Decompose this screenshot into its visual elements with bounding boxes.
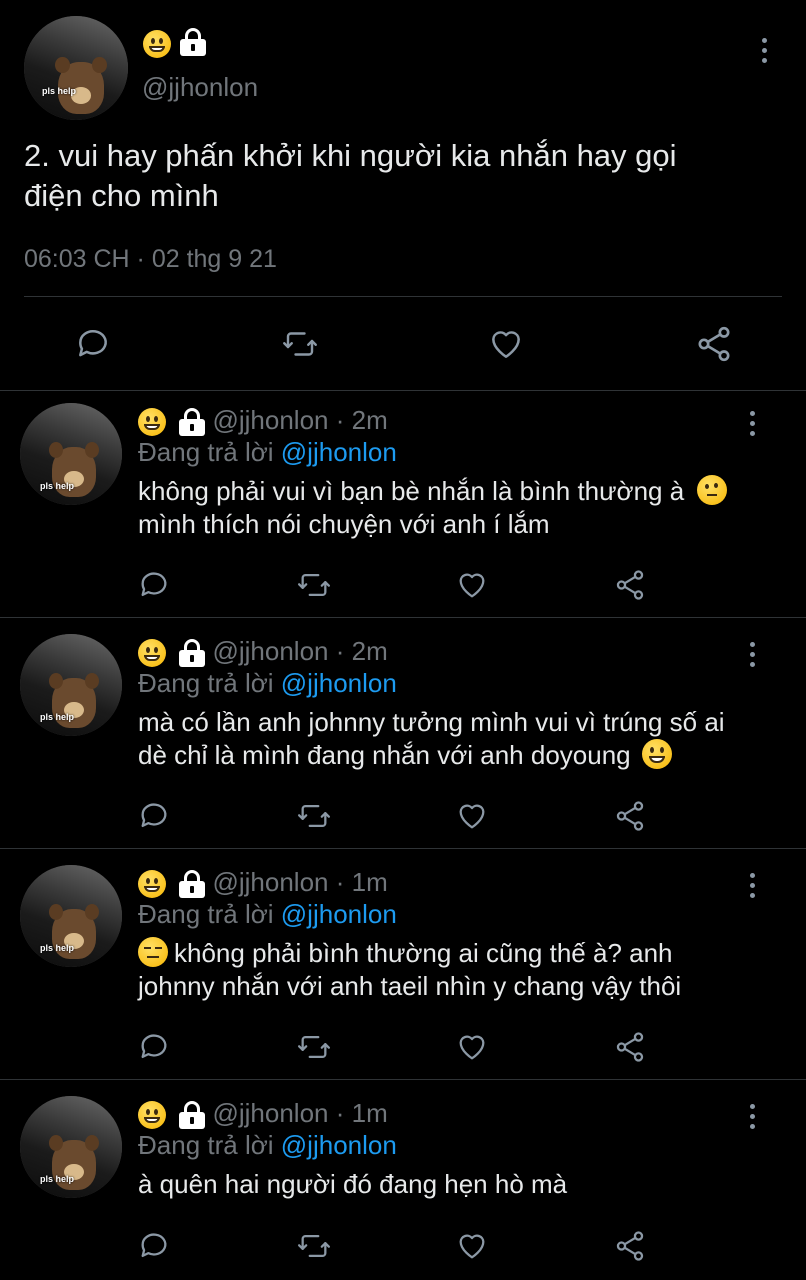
thinking-emoji [697, 475, 728, 505]
avatar-label: pls help [42, 86, 77, 96]
avatar-label: pls help [40, 712, 75, 722]
avatar[interactable]: pls help [24, 16, 128, 120]
reply-text-line-1: không phải vui vì bạn bè nhắn là bình th… [138, 476, 685, 506]
retweet-icon[interactable] [280, 326, 320, 362]
grinning-emoji [138, 408, 166, 437]
reply-text-line-1: không phải bình thường ai cũng thế à? an… [174, 938, 673, 968]
reply-text-line-2: mình thích nói chuyện với anh í lắm [138, 509, 550, 539]
replying-to: Đang trả lời @jjhonlon [138, 899, 397, 930]
avatar-label: pls help [40, 481, 75, 491]
reply-tweet[interactable]: pls help @jjhonlon · 2m Đang trả lời @jj… [0, 626, 806, 856]
replying-to-label: Đang trả lời [138, 899, 281, 929]
share-icon[interactable] [613, 1029, 647, 1065]
replying-to: Đang trả lời @jjhonlon [138, 668, 397, 699]
retweet-icon[interactable] [296, 1229, 332, 1263]
more-icon[interactable] [761, 38, 767, 68]
divider [0, 848, 806, 849]
share-icon[interactable] [613, 798, 647, 834]
grinning-emoji [143, 30, 171, 58]
reply-header: @jjhonlon · 1m [138, 1098, 388, 1130]
reply-text-line-1: à quên hai người đó đang hẹn hò mà [138, 1169, 568, 1199]
mention-link[interactable]: @jjhonlon [281, 1130, 397, 1160]
author-handle[interactable]: @jjhonlon [212, 867, 328, 897]
lock-icon [179, 408, 206, 437]
mention-link[interactable]: @jjhonlon [281, 899, 397, 929]
mention-link[interactable]: @jjhonlon [281, 437, 397, 467]
author-handle[interactable]: @jjhonlon [212, 636, 328, 666]
reply-tweet[interactable]: pls help @jjhonlon · 2m Đang trả lời @jj… [0, 395, 806, 625]
more-icon[interactable] [749, 1104, 755, 1134]
divider [0, 617, 806, 618]
more-icon[interactable] [749, 411, 755, 441]
reply-text: mà có lần anh johnny tưởng mình vui vì t… [138, 706, 778, 772]
divider [0, 390, 806, 391]
replying-to-label: Đang trả lời [138, 437, 281, 467]
share-icon[interactable] [613, 567, 647, 603]
like-icon[interactable] [455, 568, 489, 602]
reply-header: @jjhonlon · 1m [138, 867, 388, 899]
share-icon[interactable] [694, 324, 734, 364]
reply-time: · 1m [335, 867, 388, 897]
reply-time: · 2m [335, 636, 388, 666]
replying-to-label: Đang trả lời [138, 1130, 281, 1160]
retweet-icon[interactable] [296, 568, 332, 602]
expressionless-emoji [138, 937, 168, 967]
avatar[interactable]: pls help [20, 634, 122, 736]
replying-to-label: Đang trả lời [138, 668, 281, 698]
grinning-emoji [641, 739, 672, 769]
lock-icon [179, 639, 206, 668]
reply-text: không phải vui vì bạn bè nhắn là bình th… [138, 475, 778, 541]
reply-tweet[interactable]: pls help @jjhonlon · 1m Đang trả lời @jj… [0, 1088, 806, 1280]
author-handle[interactable]: @jjhonlon [142, 72, 258, 103]
share-icon[interactable] [613, 1228, 647, 1264]
avatar-label: pls help [40, 943, 75, 953]
retweet-icon[interactable] [296, 1030, 332, 1064]
reply-text-line-2: dè chỉ là mình đang nhắn với anh doyoung [138, 740, 631, 770]
reply-text: không phải bình thường ai cũng thế à? an… [138, 937, 778, 1003]
avatar-label: pls help [40, 1174, 75, 1184]
reply-icon[interactable] [137, 568, 171, 602]
like-icon[interactable] [455, 1030, 489, 1064]
reply-text-line-2: johnny nhắn với anh taeil nhìn y chang v… [138, 971, 682, 1001]
retweet-icon[interactable] [296, 799, 332, 833]
more-icon[interactable] [749, 642, 755, 672]
reply-icon[interactable] [74, 325, 112, 363]
lock-icon [179, 1101, 206, 1130]
like-icon[interactable] [455, 799, 489, 833]
like-icon[interactable] [455, 1229, 489, 1263]
author-handle[interactable]: @jjhonlon [212, 1098, 328, 1128]
tweet-text-line-1: 2. vui hay phấn khởi khi người kia nhắn … [24, 138, 677, 173]
grinning-emoji [138, 639, 166, 668]
reply-icon[interactable] [137, 1229, 171, 1263]
reply-tweet[interactable]: pls help @jjhonlon · 1m Đang trả lời @jj… [0, 857, 806, 1087]
mention-link[interactable]: @jjhonlon [281, 668, 397, 698]
reply-header: @jjhonlon · 2m [138, 405, 388, 437]
reply-time: · 2m [335, 405, 388, 435]
avatar[interactable]: pls help [20, 865, 122, 967]
avatar[interactable]: pls help [20, 403, 122, 505]
divider [0, 1079, 806, 1080]
divider [24, 296, 782, 297]
reply-text-line-1: mà có lần anh johnny tưởng mình vui vì t… [138, 707, 725, 737]
replying-to: Đang trả lời @jjhonlon [138, 1130, 397, 1161]
main-tweet: pls help @jjhonlon 2. vui hay phấn khởi … [0, 0, 806, 390]
grinning-emoji [138, 1101, 166, 1130]
reply-header: @jjhonlon · 2m [138, 636, 388, 668]
reply-icon[interactable] [137, 1030, 171, 1064]
tweet-text-line-2: điện cho mình [24, 178, 219, 213]
like-icon[interactable] [486, 325, 526, 363]
author-handle[interactable]: @jjhonlon [212, 405, 328, 435]
reply-time: · 1m [335, 1098, 388, 1128]
tweet-timestamp[interactable]: 06:03 CH · 02 thg 9 21 [24, 245, 277, 274]
lock-icon [180, 28, 206, 56]
reply-text: à quên hai người đó đang hẹn hò mà [138, 1168, 778, 1201]
reply-icon[interactable] [137, 799, 171, 833]
replying-to: Đang trả lời @jjhonlon [138, 437, 397, 468]
more-icon[interactable] [749, 873, 755, 903]
avatar[interactable]: pls help [20, 1096, 122, 1198]
lock-icon [179, 870, 206, 899]
grinning-emoji [138, 870, 166, 899]
